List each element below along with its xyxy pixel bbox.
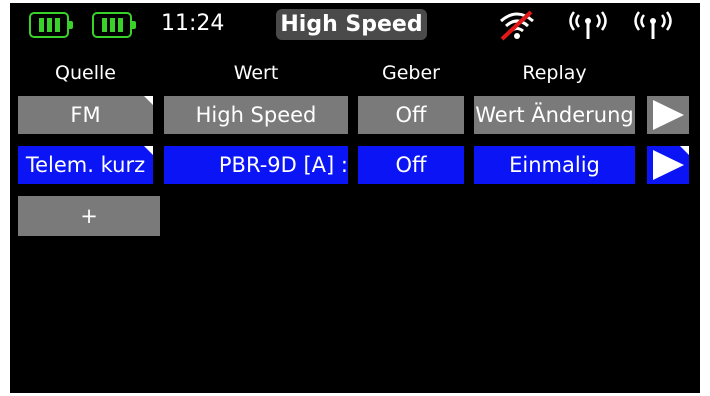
transmitter-screen: 11:24 High Speed Quelle Wert Geber Repla…	[10, 3, 700, 393]
row1-replay-button[interactable]: Wert Änderung	[474, 96, 635, 134]
row2-wert-label: PBR-9D [A] :	[218, 153, 348, 177]
column-header-geber: Geber	[382, 62, 440, 84]
add-row-button[interactable]: +	[18, 196, 160, 236]
row2-play-button[interactable]	[647, 146, 689, 184]
column-header-replay: Replay	[522, 62, 587, 84]
row2-wert-button[interactable]: PBR-9D [A] :	[164, 146, 348, 184]
row2-quelle-button[interactable]: Telem. kurz	[18, 146, 153, 184]
wifi-off-icon	[497, 7, 537, 43]
row1-replay-label: Wert Änderung	[475, 103, 634, 127]
page-title[interactable]: High Speed	[276, 9, 427, 40]
tx-battery-icon	[29, 12, 73, 38]
antenna-signal-icon	[565, 7, 611, 43]
clock-time: 11:24	[161, 11, 225, 36]
column-header-wert: Wert	[233, 62, 279, 84]
row2-geber-button[interactable]: Off	[358, 146, 464, 184]
row1-quelle-button[interactable]: FM	[18, 96, 153, 134]
play-icon	[653, 150, 684, 180]
row2-geber-label: Off	[395, 153, 427, 177]
antenna-signal-icon	[630, 7, 676, 43]
add-row-label: +	[80, 204, 98, 228]
column-header-quelle: Quelle	[55, 62, 116, 84]
rx-battery-icon	[92, 12, 136, 38]
row1-geber-button[interactable]: Off	[358, 96, 464, 134]
row1-geber-label: Off	[395, 103, 427, 127]
row1-quelle-label: FM	[70, 103, 101, 127]
row2-quelle-label: Telem. kurz	[25, 153, 146, 177]
row1-wert-label: High Speed	[195, 103, 317, 127]
play-icon	[653, 100, 684, 130]
row2-replay-label: Einmalig	[509, 153, 600, 177]
row2-replay-button[interactable]: Einmalig	[474, 146, 635, 184]
row1-play-button[interactable]	[647, 96, 689, 134]
row1-wert-button[interactable]: High Speed	[164, 96, 348, 134]
